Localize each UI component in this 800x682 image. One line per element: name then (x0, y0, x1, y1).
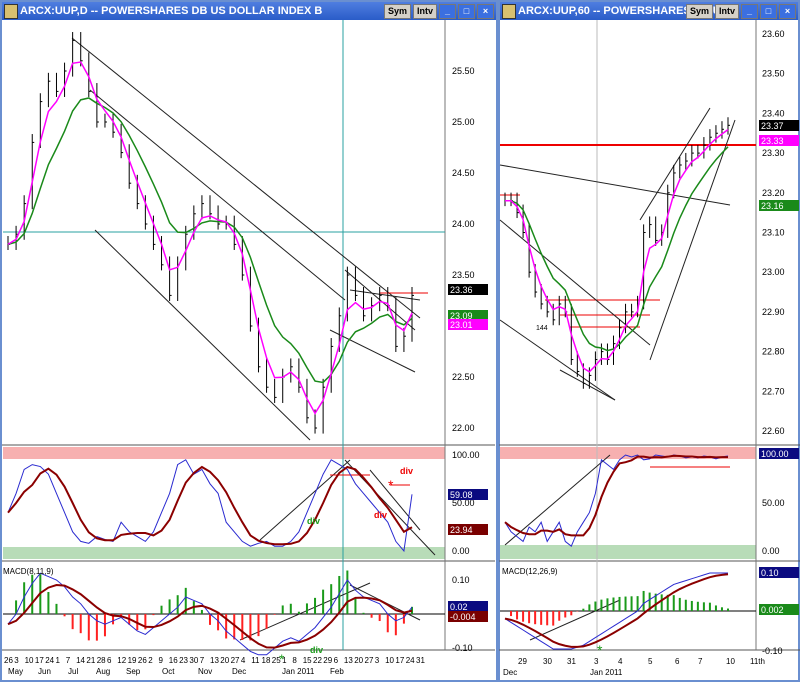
chart-app-icon (502, 4, 516, 19)
chart-app-icon (4, 4, 18, 19)
intv-button[interactable]: Intv (714, 4, 739, 19)
daily-chart-window[interactable]: ARCX:UUP,D -- POWERSHARES DB US DOLLAR I… (0, 0, 498, 682)
daily-title: ARCX:UUP,D -- POWERSHARES DB US DOLLAR I… (20, 5, 323, 17)
close-icon[interactable]: × (477, 4, 494, 19)
daily-title-bar[interactable]: ARCX:UUP,D -- POWERSHARES DB US DOLLAR I… (2, 2, 496, 20)
minimize-icon[interactable]: _ (741, 4, 758, 19)
intv-button[interactable]: Intv (412, 4, 437, 19)
sym-button[interactable]: Sym (383, 4, 411, 19)
hourly-title-bar[interactable]: ARCX:UUP,60 -- POWERSHARES DB US D Sym In… (500, 2, 798, 20)
minimize-icon[interactable]: _ (439, 4, 456, 19)
maximize-icon[interactable]: □ (458, 4, 475, 19)
maximize-icon[interactable]: □ (760, 4, 777, 19)
close-icon[interactable]: × (779, 4, 796, 19)
hourly-chart-window[interactable]: ARCX:UUP,60 -- POWERSHARES DB US D Sym In… (498, 0, 800, 682)
sym-button[interactable]: Sym (685, 4, 713, 19)
